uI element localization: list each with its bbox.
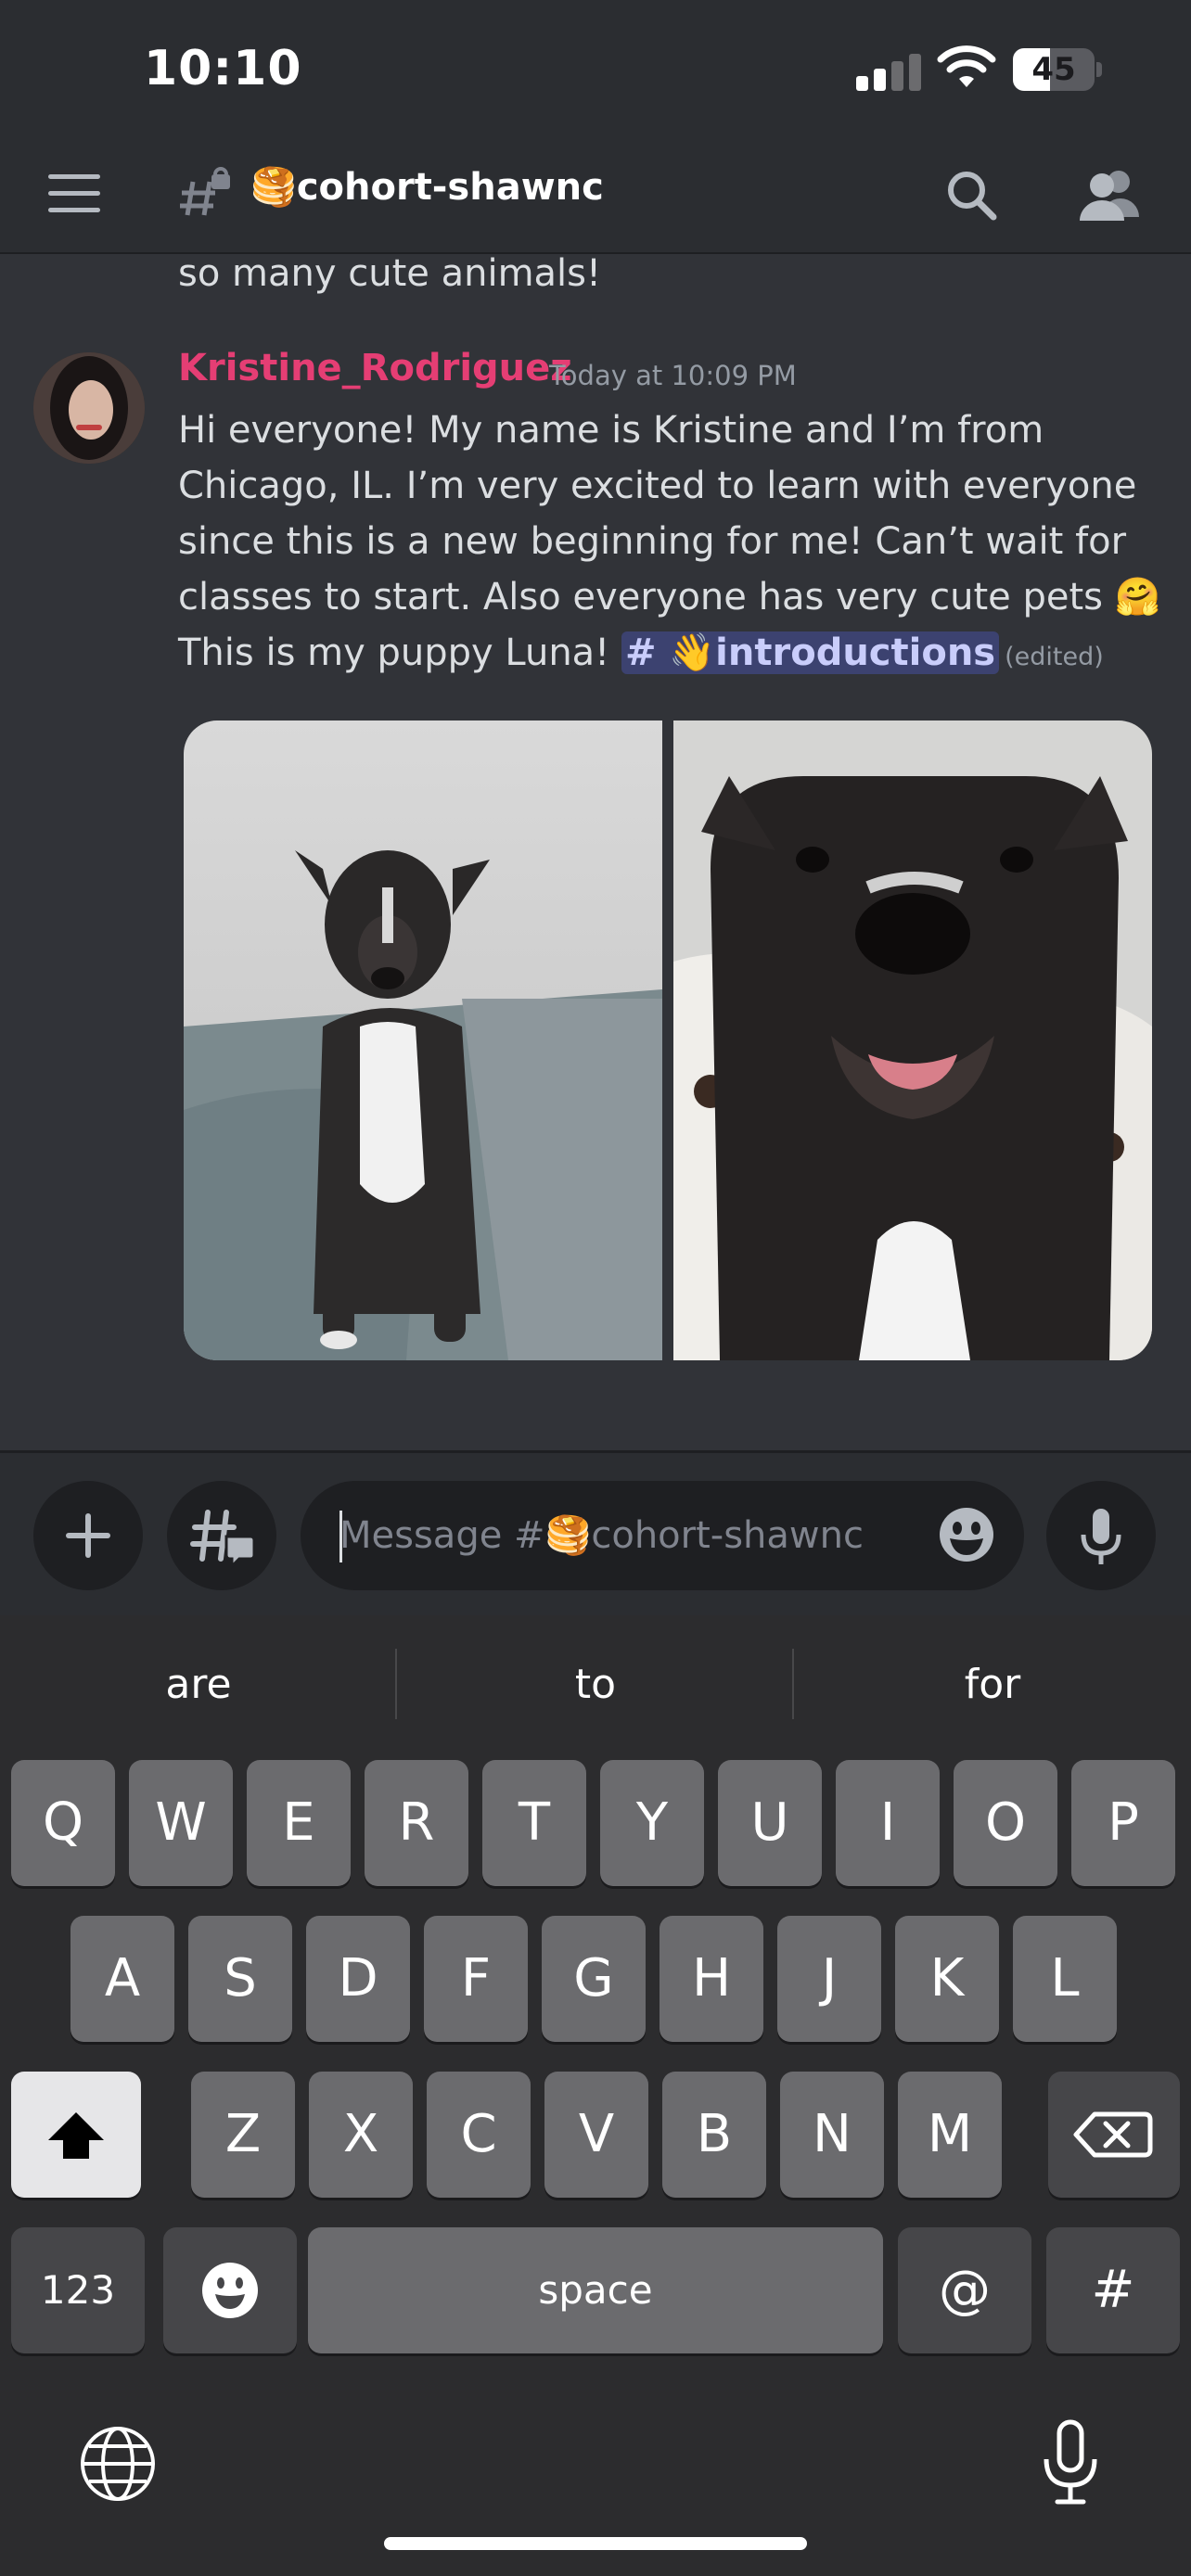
key-t[interactable]: T [482, 1760, 586, 1886]
edited-label: (edited) [1005, 643, 1104, 671]
home-indicator[interactable] [384, 2537, 807, 2550]
key-c[interactable]: C [427, 2072, 531, 2198]
key-k[interactable]: K [895, 1916, 999, 2042]
suggestion-1[interactable]: are [0, 1643, 397, 1727]
search-icon[interactable] [941, 165, 1001, 224]
voice-message-button[interactable] [1046, 1481, 1156, 1590]
shift-icon [48, 2112, 104, 2159]
wifi-icon [937, 45, 996, 87]
key-d[interactable]: D [306, 1916, 410, 2042]
threads-icon [190, 1510, 256, 1570]
battery-indicator: 45 [1013, 48, 1102, 91]
key-w[interactable]: W [129, 1760, 233, 1886]
key-e[interactable]: E [247, 1760, 351, 1886]
key-n[interactable]: N [780, 2072, 884, 2198]
locked-channel-icon [180, 167, 230, 216]
emoji-key-icon [202, 2263, 258, 2318]
channel-name: cohort-shawnc [296, 166, 604, 209]
avatar[interactable] [33, 352, 145, 464]
threads-button[interactable] [167, 1481, 276, 1590]
keyboard: are to for QWERTYUIOP ASDFGHJKL ZXCVBNM … [0, 1615, 1191, 2576]
key-v[interactable]: V [544, 2072, 648, 2198]
attachment-image-2[interactable] [673, 721, 1152, 1360]
avatar-photo [33, 352, 145, 464]
channel-emoji: 🥞 [250, 166, 297, 209]
key-m[interactable]: M [898, 2072, 1002, 2198]
message-text: Hi everyone! My name is Kristine and I’m… [178, 402, 1171, 685]
suggestion-2[interactable]: to [397, 1643, 794, 1727]
status-time: 10:10 [144, 41, 302, 96]
key-r[interactable]: R [365, 1760, 468, 1886]
key-y[interactable]: Y [600, 1760, 704, 1886]
numbers-key[interactable]: 123 [11, 2227, 145, 2353]
key-a[interactable]: A [70, 1916, 174, 2042]
key-l[interactable]: L [1013, 1916, 1117, 2042]
text-caret [339, 1511, 342, 1562]
message-author[interactable]: Kristine_Rodriguez [178, 347, 572, 389]
hamburger-icon[interactable] [48, 174, 104, 215]
attachment-image-1[interactable] [184, 721, 662, 1360]
message-composer [0, 1450, 1191, 1615]
members-icon[interactable] [1074, 165, 1141, 224]
channel-mention-introductions[interactable]: # 👋introductions [621, 631, 1000, 674]
backspace-icon [1073, 2111, 1153, 2158]
plus-icon [66, 1513, 110, 1558]
key-q[interactable]: Q [11, 1760, 115, 1886]
emoji-icon[interactable] [937, 1505, 996, 1564]
dictation-icon[interactable] [1039, 2418, 1102, 2507]
key-f[interactable]: F [424, 1916, 528, 2042]
dog-sitting-photo [184, 721, 662, 1360]
suggestion-3[interactable]: for [794, 1643, 1191, 1727]
message-input[interactable] [301, 1481, 1024, 1590]
channel-header: 🥞cohort-shawnc [0, 139, 1191, 254]
predictive-bar: are to for [0, 1615, 1191, 1754]
cellular-signal-icon [856, 54, 921, 91]
hash-key[interactable]: # [1046, 2227, 1180, 2353]
top-bar: 10:10 45 🥞cohort-shawnc [0, 0, 1191, 254]
key-j[interactable]: J [777, 1916, 881, 2042]
at-key[interactable]: @ [898, 2227, 1031, 2353]
key-b[interactable]: B [662, 2072, 766, 2198]
key-o[interactable]: O [954, 1760, 1057, 1886]
key-i[interactable]: I [836, 1760, 940, 1886]
message-list[interactable]: so many cute animals! Kristine_Rodriguez… [0, 254, 1191, 1450]
key-s[interactable]: S [188, 1916, 292, 2042]
message-timestamp: Today at 10:09 PM [549, 360, 797, 391]
emoji-keyboard-key[interactable] [163, 2227, 297, 2353]
dog-closeup-photo [673, 721, 1152, 1360]
add-attachment-button[interactable] [33, 1481, 143, 1590]
key-p[interactable]: P [1071, 1760, 1175, 1886]
key-z[interactable]: Z [191, 2072, 295, 2198]
status-bar: 10:10 45 [0, 0, 1191, 139]
key-h[interactable]: H [660, 1916, 763, 2042]
space-key[interactable]: space [308, 2227, 883, 2353]
channel-title[interactable]: 🥞cohort-shawnc [250, 165, 604, 209]
key-x[interactable]: X [309, 2072, 413, 2198]
shift-key[interactable] [11, 2072, 141, 2198]
battery-percent: 45 [1031, 51, 1076, 88]
globe-icon[interactable] [78, 2424, 158, 2504]
key-g[interactable]: G [542, 1916, 646, 2042]
backspace-key[interactable] [1048, 2072, 1180, 2198]
mic-icon [1081, 1509, 1121, 1564]
key-u[interactable]: U [718, 1760, 822, 1886]
previous-message-text: so many cute animals! [178, 254, 602, 295]
